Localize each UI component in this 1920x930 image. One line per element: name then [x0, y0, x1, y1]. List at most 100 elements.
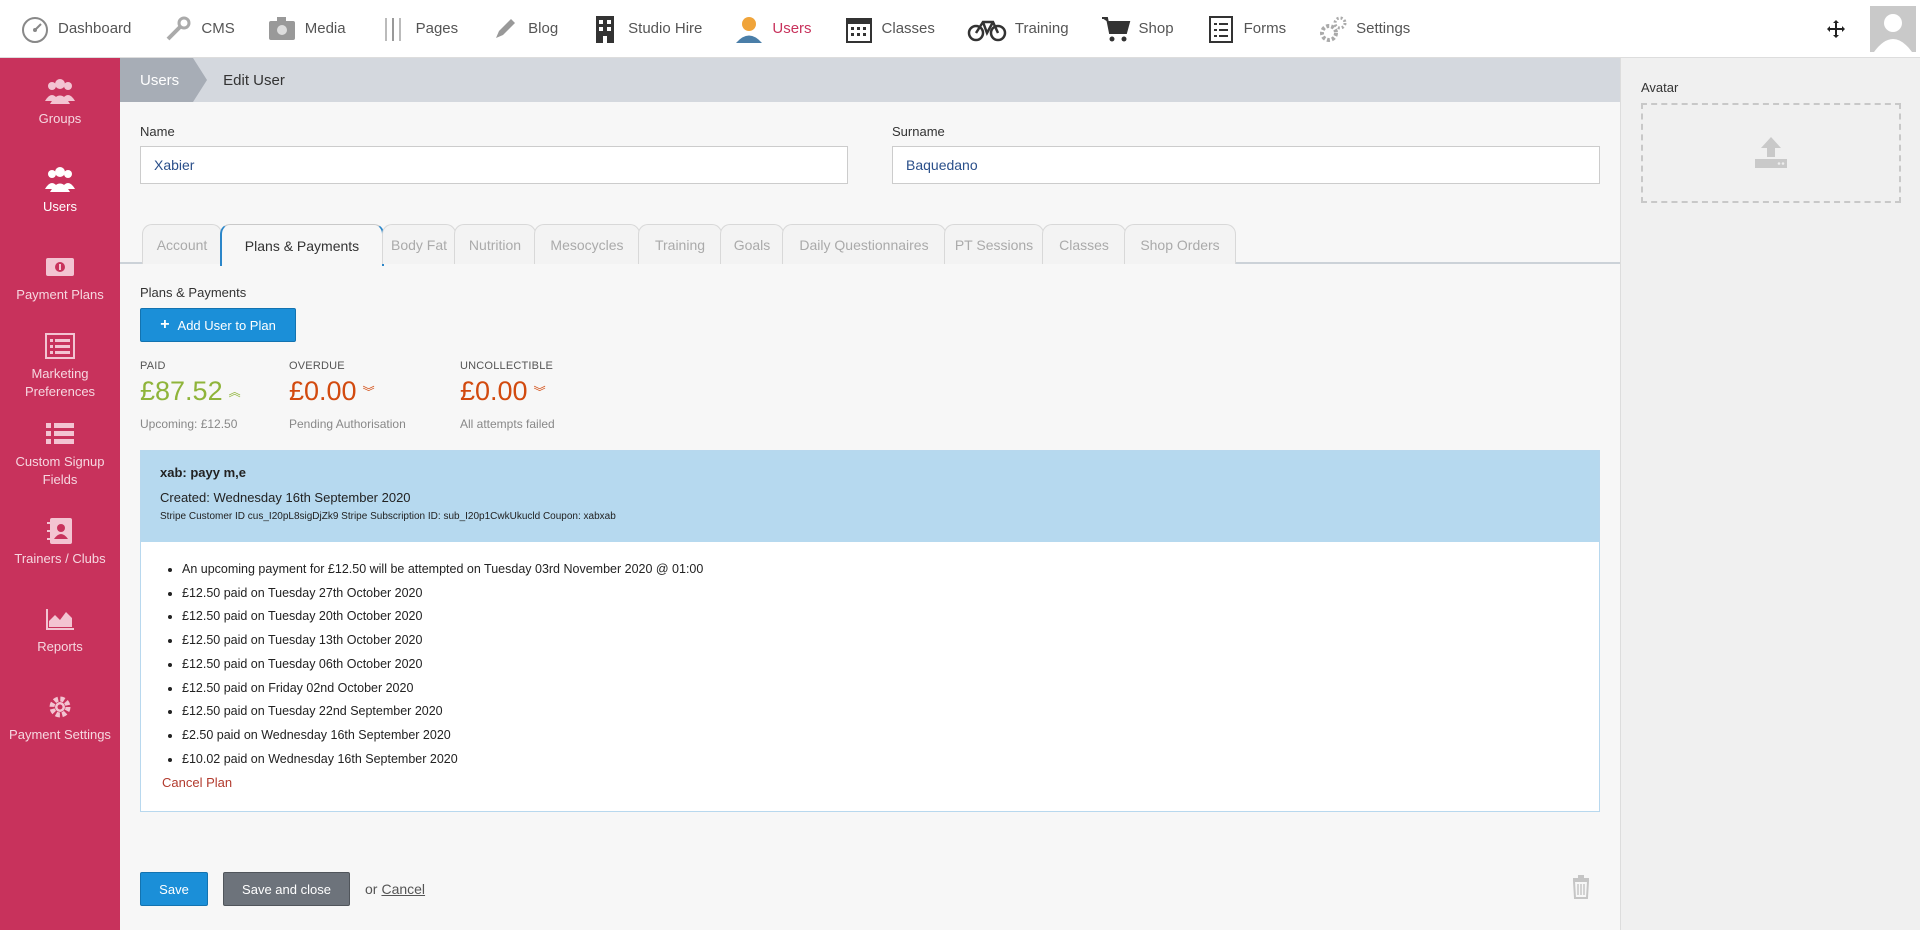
group-icon	[44, 76, 76, 106]
nav-item-media[interactable]: Media	[267, 0, 360, 58]
tab-classes[interactable]: Classes	[1042, 224, 1126, 264]
nav-item-forms[interactable]: Forms	[1206, 0, 1301, 58]
sidebar-item-users[interactable]: Users	[0, 146, 120, 234]
nav-item-pages[interactable]: Pages	[378, 0, 473, 58]
sidebar-item-reports[interactable]: Reports	[0, 586, 120, 674]
sidebar-item-label: Trainers / Clubs	[14, 551, 106, 566]
breadcrumb: Users Edit User	[120, 58, 1620, 102]
nav-item-label: Dashboard	[58, 20, 132, 37]
sidebar-item-marketing-preferences[interactable]: Marketing Preferences	[0, 322, 120, 410]
plan-card-header: xab: payy m,e Created: Wednesday 16th Se…	[141, 451, 1599, 542]
nav-item-blog[interactable]: Blog	[490, 0, 572, 58]
list-alt-icon	[44, 331, 76, 361]
stat-uncollectible: UNCOLLECTIBLE £0.00 ︾ All attempts faile…	[460, 360, 555, 431]
stat-subtext: Pending Authorisation	[289, 417, 406, 431]
payment-list: An upcoming payment for £12.50 will be a…	[141, 542, 1599, 771]
tab-plans-payments[interactable]: Plans & Payments	[220, 224, 384, 266]
cancel-plan-link[interactable]: Cancel Plan	[162, 775, 232, 790]
nav-item-label: CMS	[201, 20, 235, 37]
avatar[interactable]	[1870, 6, 1916, 52]
gauge-icon	[20, 14, 50, 44]
sidebar-item-label: Reports	[37, 639, 83, 654]
upload-icon	[1753, 135, 1789, 172]
top-nav-right	[1816, 0, 1920, 58]
tab-shop-orders[interactable]: Shop Orders	[1124, 224, 1236, 264]
camera-icon	[267, 14, 297, 44]
nav-item-label: Studio Hire	[628, 20, 703, 37]
nav-item-studio-hire[interactable]: Studio Hire	[590, 0, 716, 58]
tab-mesocycles[interactable]: Mesocycles	[534, 224, 640, 264]
tab-nutrition[interactable]: Nutrition	[454, 224, 536, 264]
form-icon	[1206, 14, 1236, 44]
tab-training[interactable]: Training	[638, 224, 722, 264]
cart-icon	[1101, 14, 1131, 44]
plan-created: Created: Wednesday 16th September 2020	[160, 490, 411, 505]
nav-item-label: Forms	[1243, 20, 1287, 37]
add-user-to-plan-button[interactable]: + Add User to Plan	[140, 308, 296, 342]
tab-pt-sessions[interactable]: PT Sessions	[944, 224, 1044, 264]
nav-item-label: Classes	[881, 20, 935, 37]
or-text: or	[365, 881, 378, 897]
list-item: £12.50 paid on Tuesday 22nd September 20…	[182, 700, 1599, 724]
nav-item-label: Blog	[528, 20, 559, 37]
stat-paid: PAID £87.52 ︽ Upcoming: £12.50	[140, 360, 241, 431]
nav-item-dashboard[interactable]: Dashboard	[20, 0, 145, 58]
uncollectible-amount: £0.00	[460, 376, 528, 406]
nav-item-label: Pages	[415, 20, 459, 37]
tab-daily-questionnaires[interactable]: Daily Questionnaires	[782, 224, 946, 264]
right-panel: Avatar	[1620, 58, 1920, 930]
avatar-upload-dropzone[interactable]	[1641, 103, 1901, 203]
sidebar-item-label: Users	[43, 199, 77, 214]
stat-subtext: Upcoming: £12.50	[140, 417, 238, 431]
nav-item-classes[interactable]: Classes	[844, 0, 949, 58]
surname-field[interactable]	[892, 146, 1600, 184]
calendar-icon	[844, 14, 874, 44]
list-item: £12.50 paid on Tuesday 13th October 2020	[182, 629, 1599, 653]
cancel-link[interactable]: Cancel	[381, 881, 425, 897]
stat-overdue: OVERDUE £0.00 ︾ Pending Authorisation	[289, 360, 406, 431]
tab-goals[interactable]: Goals	[720, 224, 784, 264]
list-item: £12.50 paid on Friday 02nd October 2020	[182, 677, 1599, 701]
sidebar-item-label: Marketing Preferences	[24, 366, 96, 399]
move-icon[interactable]	[1816, 9, 1856, 49]
stat-amount: £0.00 ︾	[460, 376, 555, 407]
contact-book-icon	[44, 516, 76, 546]
stat-amount: £87.52 ︽	[140, 376, 241, 407]
breadcrumb-users-link[interactable]: Users	[120, 58, 208, 102]
sidebar-item-payment-plans[interactable]: Payment Plans	[0, 234, 120, 322]
sidebar-item-trainers-clubs[interactable]: Trainers / Clubs	[0, 498, 120, 586]
sidebar-item-custom-signup-fields[interactable]: Custom Signup Fields	[0, 410, 120, 498]
list-item: £12.50 paid on Tuesday 06th October 2020	[182, 653, 1599, 677]
chevron-double-down-icon: ︾	[362, 385, 375, 399]
area-chart-icon	[44, 604, 76, 634]
sidebar-item-groups[interactable]: Groups	[0, 58, 120, 146]
nav-item-shop[interactable]: Shop	[1101, 0, 1188, 58]
chevron-double-down-icon: ︾	[533, 385, 546, 399]
name-field[interactable]	[140, 146, 848, 184]
building-icon	[590, 14, 620, 44]
users-icon	[44, 164, 76, 194]
list-item: £12.50 paid on Tuesday 20th October 2020	[182, 605, 1599, 629]
nav-item-training[interactable]: Training	[967, 0, 1083, 58]
nav-item-label: Training	[1014, 20, 1069, 37]
nav-item-users[interactable]: Users	[734, 0, 825, 58]
top-navigation: Dashboard CMS Media Pages Blog Studio Hi…	[0, 0, 1920, 58]
gear-icon	[44, 692, 76, 722]
nav-item-label: Media	[304, 20, 346, 37]
nav-item-settings[interactable]: Settings	[1318, 0, 1424, 58]
sidebar: Groups Users Payment Plans Marketing Pre…	[0, 58, 120, 930]
trash-icon[interactable]	[1570, 875, 1592, 899]
stat-label: UNCOLLECTIBLE	[460, 360, 554, 372]
nav-item-cms[interactable]: CMS	[163, 0, 248, 58]
sidebar-item-label: Custom Signup Fields	[15, 454, 105, 487]
tab-body-fat[interactable]: Body Fat	[382, 224, 456, 264]
list-item: £10.02 paid on Wednesday 16th September …	[182, 748, 1599, 772]
save-button[interactable]: Save	[140, 872, 208, 906]
add-user-to-plan-label: Add User to Plan	[177, 317, 276, 333]
list-icon	[44, 419, 76, 449]
sidebar-item-label: Groups	[38, 111, 82, 126]
plan-stripe-ids: Stripe Customer ID cus_I20pL8sigDjZk9 St…	[160, 511, 616, 522]
save-and-close-button[interactable]: Save and close	[223, 872, 350, 906]
sidebar-item-payment-settings[interactable]: Payment Settings	[0, 674, 120, 762]
tab-account[interactable]: Account	[142, 224, 222, 264]
